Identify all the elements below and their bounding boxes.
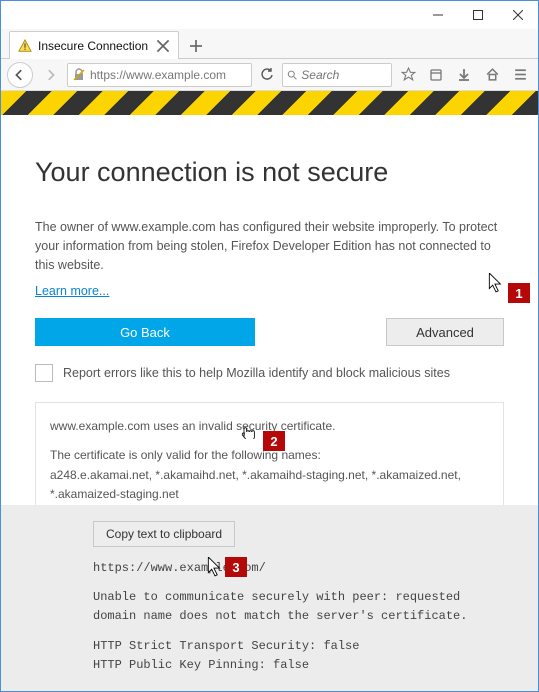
annotation-2: 2 — [263, 431, 285, 451]
tab-strip: Insecure Connection — [1, 29, 538, 59]
new-tab-button[interactable] — [183, 34, 209, 58]
window-maximize-button[interactable] — [458, 1, 498, 29]
bookmark-star-icon[interactable] — [396, 63, 420, 87]
advanced-button[interactable]: Advanced — [386, 318, 504, 346]
pocket-icon[interactable] — [424, 63, 448, 87]
clipboard-hsts: HTTP Strict Transport Security: false — [93, 637, 508, 656]
copy-to-clipboard-button[interactable]: Copy text to clipboard — [93, 521, 235, 547]
clipboard-message: Unable to communicate securely with peer… — [93, 588, 508, 626]
page-description: The owner of www.example.com has configu… — [35, 218, 504, 274]
clipboard-hpkp: HTTP Public Key Pinning: false — [93, 656, 508, 675]
clipboard-panel: Copy text to clipboard https://www.examp… — [1, 505, 538, 691]
home-icon[interactable] — [480, 63, 504, 87]
window-close-button[interactable] — [498, 1, 538, 29]
back-button[interactable] — [7, 62, 33, 88]
clipboard-url: https://www.example.com/ — [93, 559, 508, 578]
report-errors-label: Report errors like this to help Mozilla … — [63, 366, 450, 380]
warning-icon — [18, 39, 32, 53]
browser-tab[interactable]: Insecure Connection — [9, 31, 179, 59]
cert-valid-names: a248.e.akamai.net, *.akamaihd.net, *.aka… — [50, 466, 489, 504]
tab-title: Insecure Connection — [38, 39, 156, 53]
window-minimize-button[interactable] — [418, 1, 458, 29]
url-input[interactable] — [90, 68, 247, 82]
tab-close-icon[interactable] — [156, 39, 170, 53]
go-back-button[interactable]: Go Back — [35, 318, 255, 346]
report-errors-checkbox[interactable] — [35, 364, 53, 382]
search-input[interactable] — [301, 68, 387, 82]
address-bar[interactable] — [67, 63, 252, 87]
learn-more-link[interactable]: Learn more... — [35, 284, 109, 298]
annotation-1: 1 — [508, 283, 530, 303]
hazard-stripe — [1, 91, 538, 115]
lock-warning-icon — [72, 68, 86, 82]
annotation-3: 3 — [225, 557, 247, 577]
downloads-icon[interactable] — [452, 63, 476, 87]
forward-button — [37, 62, 63, 88]
menu-icon[interactable] — [508, 63, 532, 87]
search-box[interactable] — [282, 63, 392, 87]
search-icon — [287, 69, 297, 81]
reload-button[interactable] — [256, 64, 278, 86]
window-titlebar — [1, 1, 538, 29]
page-heading: Your connection is not secure — [35, 157, 504, 188]
